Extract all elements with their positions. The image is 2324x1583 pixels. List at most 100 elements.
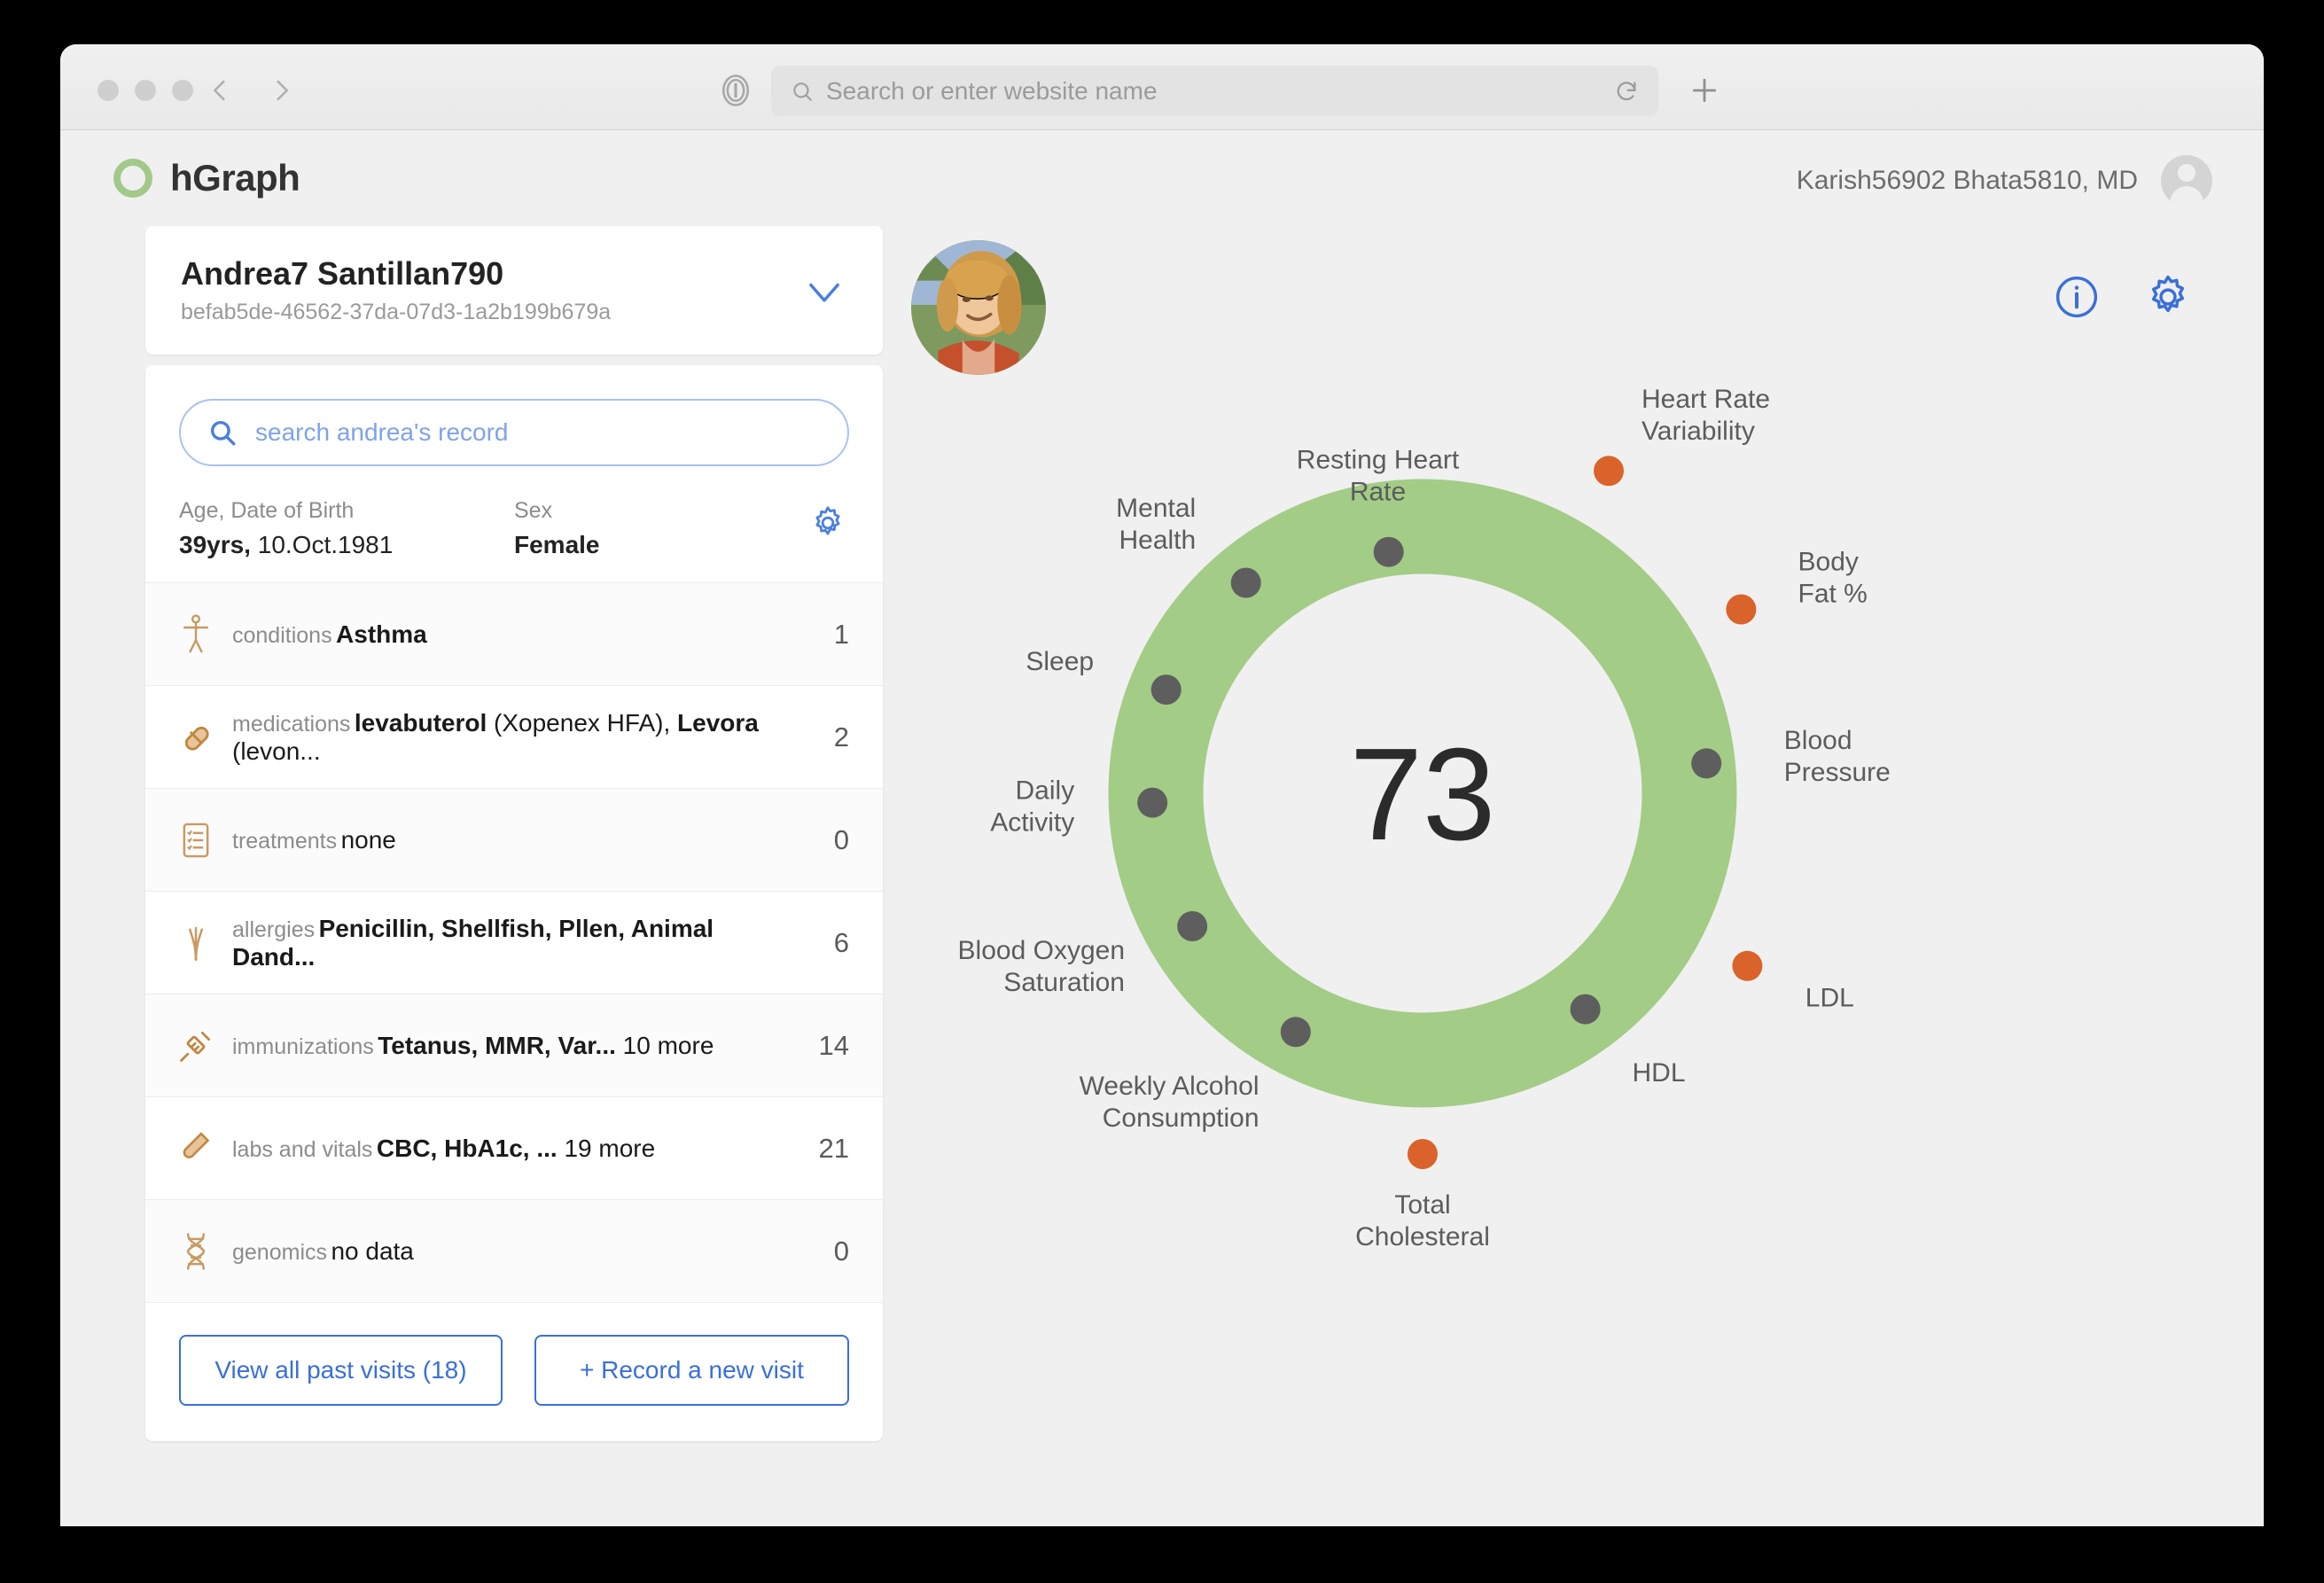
record-value-rest: 19 more [557, 1134, 656, 1162]
record-category: immunizations [232, 1033, 374, 1059]
age-dob-value: 39yrs, 10.Oct.1981 [179, 531, 514, 559]
account-area[interactable]: Karish56902 Bhata5810, MD [1797, 155, 2212, 207]
address-bar[interactable]: Search or enter website name [771, 66, 1658, 116]
hgraph-point[interactable] [1373, 536, 1404, 567]
record-value: none [340, 825, 396, 854]
patient-sidebar: Andrea7 Santillan790 befab5de-46562-37da… [145, 226, 883, 1441]
hgraph-point[interactable] [1150, 675, 1181, 706]
new-tab-button[interactable] [1687, 73, 1722, 108]
hgraph-point-label: Total Cholesteral [1355, 1190, 1490, 1252]
browser-chrome: Search or enter website name [60, 44, 2264, 130]
record-category: treatments [232, 828, 338, 854]
window-traffic-lights[interactable] [97, 80, 193, 101]
search-input[interactable]: search andrea's record [179, 399, 849, 466]
maximize-window-button[interactable] [172, 80, 193, 101]
search-placeholder: search andrea's record [255, 418, 509, 446]
patient-record-card: search andrea's record Age, Date of Birt… [145, 365, 883, 1441]
hgraph-point-label: Sleep [1026, 647, 1094, 676]
search-icon [791, 80, 814, 103]
record-count: 0 [833, 1235, 849, 1267]
hgraph-point-label: Blood Pressure [1784, 726, 1891, 787]
hgraph-point[interactable] [1570, 994, 1601, 1025]
record-value-rest-2: (levon... [232, 737, 321, 765]
account-avatar[interactable] [2161, 155, 2212, 207]
test-tube-icon [172, 1129, 220, 1168]
record-value-bold: Asthma [336, 620, 427, 648]
record-category: conditions [232, 622, 332, 648]
pollen-icon [172, 924, 220, 963]
sex-value: Female [514, 531, 600, 558]
close-window-button[interactable] [97, 80, 119, 101]
demographics-section: Age, Date of Birth 39yrs, 10.Oct.1981 Se… [145, 466, 883, 582]
app-brand[interactable]: hGraph [113, 157, 300, 199]
record-row-genomics[interactable]: genomics no data 0 [145, 1199, 883, 1302]
hgraph-point-label: Weekly Alcohol Consumption [1080, 1072, 1259, 1133]
record-new-visit-button[interactable]: + Record a new visit [534, 1335, 849, 1406]
record-value: Asthma [336, 620, 427, 648]
pill-icon [172, 719, 220, 756]
back-chevron-icon[interactable] [202, 73, 238, 108]
record-row-labs-and-vitals[interactable]: labs and vitals CBC, HbA1c, ... 19 more … [145, 1096, 883, 1199]
record-value-bold: levabuterol [354, 708, 487, 737]
hgraph-point[interactable] [1137, 787, 1168, 818]
record-category: genomics [232, 1239, 327, 1265]
reload-icon[interactable] [1614, 79, 1639, 104]
info-icon[interactable] [2053, 273, 2101, 321]
record-search-wrap: search andrea's record [145, 365, 883, 466]
hgraph-app: hGraph Karish56902 Bhata5810, MD Andrea7… [60, 130, 2264, 1526]
hgraph-point-label: Blood Oxygen Saturation [958, 936, 1125, 997]
hgraph-point[interactable] [1594, 456, 1624, 487]
hgraph-point-label: LDL [1805, 984, 1854, 1013]
hgraph-point[interactable] [1408, 1139, 1438, 1169]
syringe-icon [172, 1026, 220, 1065]
record-value: no data [331, 1236, 414, 1265]
hgraph-radial-chart[interactable]: 73 Heart Rate Variability Body Fat % Blood Pr… [883, 332, 2264, 1352]
record-footer-buttons: View all past visits (18) + Record a new… [145, 1302, 883, 1441]
record-value-bold-2: Levora [677, 708, 759, 737]
hgraph-score: 73 [1350, 721, 1496, 868]
sex-field: Sex Female [514, 498, 849, 559]
hgraph-logo-icon [113, 159, 152, 198]
gear-icon[interactable] [2143, 272, 2193, 322]
patient-selector-card[interactable]: Andrea7 Santillan790 befab5de-46562-37da… [145, 226, 883, 355]
record-count: 0 [833, 823, 849, 855]
record-category: allergies [232, 916, 316, 942]
record-count: 2 [833, 721, 849, 753]
hgraph-point[interactable] [1280, 1017, 1311, 1048]
app-header: hGraph Karish56902 Bhata5810, MD [60, 130, 2264, 226]
hgraph-point-label: Body Fat % [1798, 548, 1868, 609]
privacy-shield-icon[interactable] [716, 71, 755, 110]
record-count: 14 [818, 1029, 849, 1061]
record-value: Tetanus, MMR, Var... 10 more [378, 1032, 714, 1059]
record-count: 6 [833, 926, 849, 958]
forward-chevron-icon[interactable] [264, 73, 300, 108]
record-value: CBC, HbA1c, ... 19 more [377, 1135, 655, 1162]
account-name: Karish56902 Bhata5810, MD [1796, 166, 2138, 195]
hgraph-point[interactable] [1691, 748, 1722, 779]
record-row-conditions[interactable]: conditions Asthma 1 [145, 582, 883, 685]
hgraph-panel: 73 Heart Rate Variability Body Fat % Blood Pr… [883, 226, 2264, 1526]
navigation-buttons[interactable] [202, 73, 300, 108]
hgraph-chart[interactable]: 73 Heart Rate Variability Body Fat % Blood Pr… [883, 332, 2264, 1352]
hgraph-point[interactable] [1177, 911, 1208, 941]
view-all-past-visits-button[interactable]: View all past visits (18) [179, 1335, 503, 1406]
record-row-immunizations[interactable]: immunizations Tetanus, MMR, Var... 10 mo… [145, 994, 883, 1096]
record-row-treatments[interactable]: treatments none 0 [145, 788, 883, 891]
gear-icon[interactable] [808, 503, 847, 542]
minimize-window-button[interactable] [135, 80, 156, 101]
browser-window: Search or enter website name hGraph Kari… [60, 44, 2264, 1526]
clipboard-icon [172, 820, 220, 861]
hgraph-point[interactable] [1230, 567, 1261, 598]
record-row-medications[interactable]: medications levabuterol (Xopenex HFA), L… [145, 685, 883, 788]
patient-name: Andrea7 Santillan790 [181, 255, 504, 292]
record-row-allergies[interactable]: allergies Penicillin, Shellfish, Pllen, … [145, 891, 883, 994]
hgraph-point[interactable] [1732, 950, 1763, 981]
hgraph-point[interactable] [1726, 594, 1757, 625]
hgraph-point-label: Mental Health [1116, 494, 1196, 555]
chevron-down-icon[interactable] [801, 268, 847, 314]
record-count: 1 [833, 618, 849, 650]
search-icon [207, 417, 238, 448]
hgraph-point-label: Heart Rate Variability [1642, 385, 1770, 446]
record-value-rest: 10 more [615, 1031, 714, 1059]
age-dob-label: Age, Date of Birth [179, 498, 355, 523]
